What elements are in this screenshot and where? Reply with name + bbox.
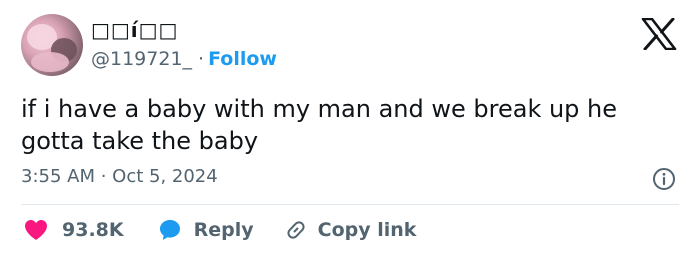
reply-button[interactable]: Reply: [158, 218, 254, 242]
display-name[interactable]: □□í□□: [91, 18, 178, 42]
heart-icon: [25, 220, 47, 240]
avatar[interactable]: [21, 14, 83, 76]
link-icon: [287, 221, 305, 239]
action-bar: 93.8K Reply Copy link: [24, 214, 416, 246]
like-button[interactable]: 93.8K: [24, 219, 124, 241]
like-count: 93.8K: [62, 219, 124, 241]
handle-row: @119721_ · Follow: [91, 48, 277, 70]
speech-bubble-icon: [159, 220, 180, 240]
copy-link-button[interactable]: Copy link: [284, 218, 417, 242]
reply-label: Reply: [193, 219, 254, 241]
x-logo-icon[interactable]: [641, 18, 677, 50]
info-icon[interactable]: [652, 167, 676, 191]
copy-link-label: Copy link: [317, 219, 417, 241]
divider: [21, 204, 679, 205]
follow-button[interactable]: Follow: [208, 48, 277, 70]
timestamp[interactable]: 3:55 AM · Oct 5, 2024: [21, 166, 218, 187]
tweet-card: □□í□□ @119721_ · Follow if i have a baby w…: [0, 0, 700, 256]
tweet-text: if i have a baby with my man and we brea…: [21, 95, 618, 155]
user-handle[interactable]: @119721_: [91, 48, 192, 70]
separator-dot: ·: [198, 48, 205, 70]
